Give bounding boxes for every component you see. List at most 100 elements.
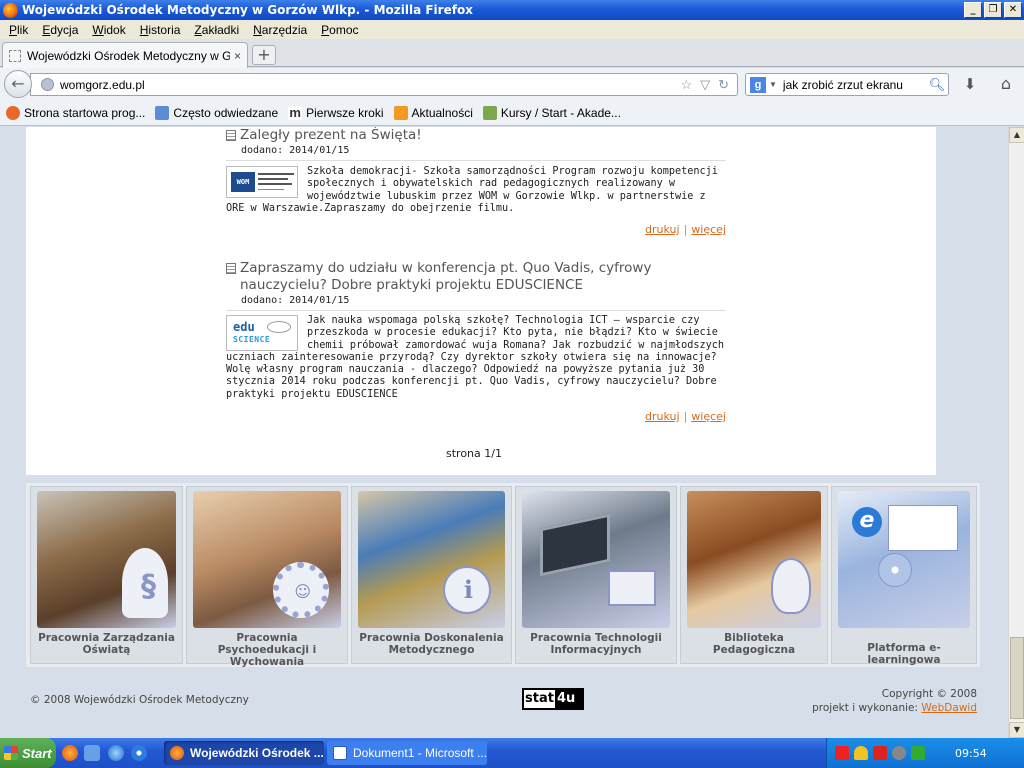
network-icon[interactable] <box>911 746 925 760</box>
tile-methodology[interactable]: i Pracownia Doskonalenia Metodycznego <box>351 486 512 664</box>
firefox-quicklaunch-icon[interactable] <box>62 745 78 761</box>
system-tray: 09:54 <box>826 738 1024 768</box>
vertical-scrollbar[interactable]: ▲ ▼ <box>1008 127 1024 738</box>
author-link[interactable]: WebDawid <box>921 702 977 714</box>
rss-icon <box>393 105 408 120</box>
bookmark-item[interactable]: Często odwiedzane <box>155 105 278 120</box>
task-firefox[interactable]: Wojewódzki Ośrodek ... <box>164 741 324 765</box>
news-thumbnail[interactable]: WOM <box>226 166 298 198</box>
pdf-icon[interactable] <box>835 746 849 760</box>
stat4u-logo[interactable]: stat 4u <box>522 688 584 710</box>
minimize-button[interactable]: _ <box>964 2 982 18</box>
task-word[interactable]: Dokument1 - Microsoft ... <box>327 741 487 765</box>
news-item: Zaległy prezent na Święta! dodano: 2014/… <box>226 127 726 237</box>
tile-it[interactable]: Pracownia Technologii Informacyjnych <box>515 486 677 664</box>
menu-edit[interactable]: Edycja <box>35 23 85 37</box>
tab-title: Wojewódzki Ośrodek Metodyczny w Gorzów .… <box>27 48 230 63</box>
firefox-icon <box>3 2 18 18</box>
menu-help[interactable]: Pomoc <box>314 23 365 37</box>
ie-quicklaunch-icon[interactable] <box>108 745 124 761</box>
clock[interactable]: 09:54 <box>955 747 987 760</box>
print-link[interactable]: drukuj <box>645 223 680 236</box>
tab-strip: Wojewódzki Ośrodek Metodyczny w Gorzów .… <box>0 39 1024 68</box>
sun-face-icon: ☺ <box>294 582 311 601</box>
google-icon[interactable]: g <box>750 76 766 93</box>
tile-label: Pracownia Psychoedukacji i Wychowania <box>217 632 317 668</box>
search-bar[interactable]: g ▼ jak zrobić zrzut ekranu 🔍︎ <box>745 73 949 96</box>
media-player-quicklaunch-icon[interactable] <box>131 745 147 761</box>
paragraph-icon: § <box>141 569 156 604</box>
more-link[interactable]: więcej <box>691 410 726 423</box>
globe-icon <box>41 78 54 91</box>
bookmarks-toolbar: Strona startowa prog... Często odwiedzan… <box>0 100 1024 126</box>
url-bar[interactable]: womgorz.edu.pl ☆ ▽ ↻ <box>30 73 738 96</box>
news-thumbnail[interactable]: edu SCIENCE <box>226 315 298 351</box>
tile-label: Biblioteka Pedagogiczna <box>712 632 796 656</box>
home-icon[interactable]: ⌂ <box>995 74 1017 96</box>
footer-credits: Copyright © 2008 projekt i wykonanie: We… <box>812 687 977 715</box>
news-title[interactable]: Zaległy prezent na Święta! <box>240 127 422 144</box>
document-icon <box>226 263 236 274</box>
page-favicon-icon <box>9 49 21 62</box>
scrollbar-thumb[interactable] <box>1010 637 1024 719</box>
menu-bookmarks[interactable]: Zakładki <box>187 23 246 37</box>
menu-history[interactable]: Historia <box>133 23 188 37</box>
tab-active[interactable]: Wojewódzki Ośrodek Metodyczny w Gorzów .… <box>2 42 248 68</box>
news-title[interactable]: Zapraszamy do udziału w konferencja pt. … <box>240 260 726 294</box>
news-body: Szkoła demokracji- Szkoła samorządności … <box>226 166 718 214</box>
footer-copyright-right: Copyright © 2008 <box>881 688 977 700</box>
gear-icon[interactable] <box>892 746 906 760</box>
download-icon[interactable]: ⬇ <box>960 75 980 95</box>
monitor-icon <box>608 570 656 606</box>
bookmark-item[interactable]: Aktualności <box>393 105 473 120</box>
search-input[interactable]: jak zrobić zrzut ekranu <box>783 78 926 92</box>
m-logo-icon: m <box>288 104 303 120</box>
moodle-icon <box>482 105 497 120</box>
bookmark-item[interactable]: Strona startowa prog... <box>6 105 145 120</box>
bookmark-item[interactable]: Kursy / Start - Akade... <box>482 105 621 120</box>
navigation-bar: womgorz.edu.pl ☆ ▽ ↻ ← g ▼ jak zrobić zr… <box>0 68 1024 100</box>
footer-project-label: projekt i wykonanie: <box>812 702 919 714</box>
word-icon <box>333 746 347 760</box>
tab-close-icon[interactable]: × <box>234 49 241 63</box>
tile-library[interactable]: Biblioteka Pedagogiczna <box>680 486 828 664</box>
search-engine-dropdown-icon[interactable]: ▼ <box>769 80 777 89</box>
dropdown-arrow-icon[interactable]: ▽ <box>700 77 710 93</box>
footer-copyright: © 2008 Wojewódzki Ośrodek Metodyczny <box>30 694 249 706</box>
bookmark-item[interactable]: m Pierwsze kroki <box>288 104 384 120</box>
window-titlebar[interactable]: Wojewódzki Ośrodek Metodyczny w Gorzów W… <box>0 0 1024 20</box>
owl-icon <box>771 558 811 614</box>
scroll-up-icon[interactable]: ▲ <box>1009 127 1024 143</box>
taskbar: Start Wojewódzki Ośrodek ... Dokument1 -… <box>0 738 1024 768</box>
pagination-text: strona 1/1 <box>446 447 502 460</box>
antivirus-icon[interactable] <box>873 746 887 760</box>
menu-view[interactable]: Widok <box>85 23 132 37</box>
news-item: Zapraszamy do udziału w konferencja pt. … <box>226 260 726 424</box>
search-icon[interactable]: 🔍︎ <box>926 77 948 93</box>
start-button[interactable]: Start <box>0 738 56 768</box>
explorer-quicklaunch-icon[interactable] <box>84 745 100 761</box>
url-text[interactable]: womgorz.edu.pl <box>60 78 680 92</box>
new-tab-button[interactable]: + <box>252 45 276 65</box>
tile-label: Pracownia Zarządzania Oświatą <box>38 632 175 656</box>
menu-tools[interactable]: Narzędzia <box>246 23 314 37</box>
scroll-down-icon[interactable]: ▼ <box>1009 722 1024 738</box>
tile-elearning[interactable]: e Platforma e-learningowa <box>831 486 977 666</box>
windows-logo-icon <box>4 746 18 760</box>
menu-file[interactable]: Plik <box>2 23 35 37</box>
tile-management[interactable]: § Pracownia Zarządzania Oświatą <box>30 486 183 664</box>
reload-icon[interactable]: ↻ <box>718 77 729 93</box>
bookmark-star-icon[interactable]: ☆ <box>680 77 692 93</box>
back-button[interactable]: ← <box>4 70 32 98</box>
firefox-icon <box>170 746 184 760</box>
close-window-button[interactable]: ✕ <box>1004 2 1022 18</box>
more-link[interactable]: więcej <box>691 223 726 236</box>
tile-label: Platforma e-learningowa <box>867 642 941 666</box>
print-link[interactable]: drukuj <box>645 410 680 423</box>
ie-icon: e <box>852 507 882 537</box>
tile-psychoeducation[interactable]: ☺ Pracownia Psychoedukacji i Wychowania <box>186 486 348 668</box>
info-icon: i <box>463 575 473 604</box>
maximize-button[interactable]: ❐ <box>984 2 1002 18</box>
news-date: dodano: 2014/01/15 <box>241 145 350 156</box>
shield-icon[interactable] <box>854 746 868 760</box>
